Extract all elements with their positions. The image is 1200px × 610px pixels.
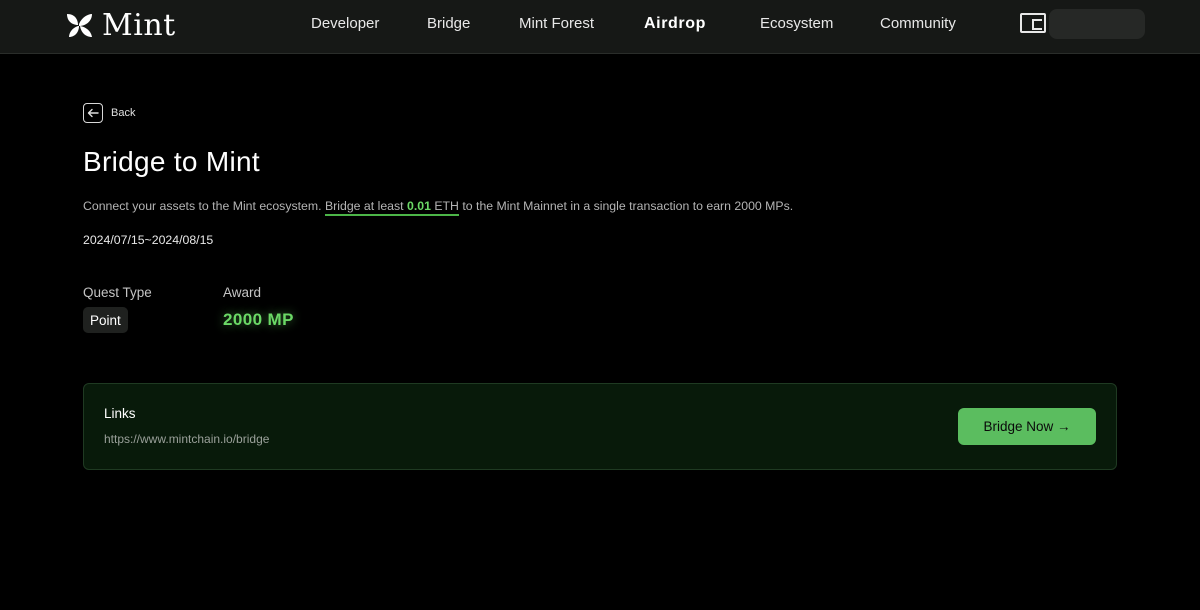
- links-title: Links: [104, 406, 136, 421]
- quest-type-badge: Point: [83, 307, 128, 333]
- quest-description: Connect your assets to the Mint ecosyste…: [83, 199, 794, 216]
- quest-type-label: Quest Type: [83, 285, 152, 300]
- award-value: 2000 MP: [223, 310, 294, 329]
- highlight-suffix: ETH: [430, 199, 459, 213]
- nav-item-bridge[interactable]: Bridge: [427, 15, 470, 32]
- links-url[interactable]: https://www.mintchain.io/bridge: [104, 432, 269, 446]
- links-card: Links https://www.mintchain.io/bridge Br…: [83, 383, 1117, 470]
- description-outro: to the Mint Mainnet in a single transact…: [458, 199, 794, 213]
- top-header: Mint Developer Bridge Mint Forest Airdro…: [0, 0, 1200, 54]
- back-label: Back: [111, 107, 136, 119]
- back-button[interactable]: Back: [83, 103, 135, 123]
- nav-item-developer[interactable]: Developer: [311, 15, 379, 32]
- quest-dates: 2024/07/15~2024/08/15: [83, 233, 214, 247]
- wallet-icon[interactable]: [1020, 13, 1046, 33]
- connect-wallet-button[interactable]: [1049, 9, 1145, 39]
- description-intro: Connect your assets to the Mint ecosyste…: [83, 199, 325, 213]
- award-label: Award: [223, 285, 262, 300]
- arrow-left-icon: [83, 103, 103, 123]
- description-highlight: Bridge at least 0.01 ETH: [324, 199, 459, 216]
- eth-amount: 0.01: [406, 199, 431, 213]
- page-title: Bridge to Mint: [83, 146, 260, 177]
- nav-item-ecosystem[interactable]: Ecosystem: [760, 15, 833, 32]
- highlight-prefix: Bridge at least: [324, 199, 407, 213]
- nav-item-airdrop[interactable]: Airdrop: [644, 15, 706, 33]
- nav-item-community[interactable]: Community: [880, 15, 956, 32]
- nav-item-mint-forest[interactable]: Mint Forest: [519, 15, 594, 32]
- bridge-now-button[interactable]: Bridge Now →: [958, 408, 1096, 445]
